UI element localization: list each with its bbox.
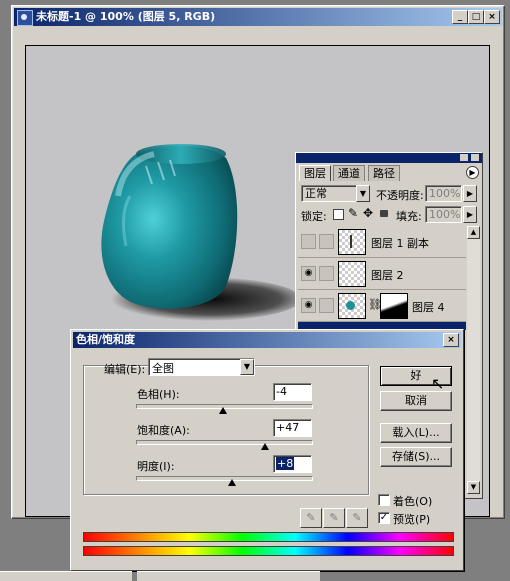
- scroll-down-icon[interactable]: ▼: [467, 481, 480, 494]
- saturation-label: 饱和度(A):: [137, 424, 190, 437]
- dialog-title-bar[interactable]: 色相/饱和度 ×: [73, 332, 461, 348]
- hue-saturation-dialog: 色相/饱和度 × 编辑(E): 全图 ▼ 色相(H): -4 饱和度(A): +…: [70, 329, 464, 571]
- chevron-down-icon[interactable]: ▼: [240, 359, 254, 375]
- layer-name: 图层 4: [412, 301, 445, 314]
- saturation-input[interactable]: +47: [273, 419, 312, 437]
- link-toggle-icon[interactable]: [319, 298, 334, 313]
- lock-transparency-icon[interactable]: [333, 209, 344, 220]
- tab-paths[interactable]: 路径: [368, 165, 400, 181]
- layer-row[interactable]: ◉ ⛓ 图层 4: [298, 290, 466, 322]
- saturation-slider-track[interactable]: [136, 440, 313, 445]
- minimize-button[interactable]: _: [452, 10, 468, 24]
- edit-label: 编辑(E):: [104, 363, 146, 376]
- document-title: 未标题-1 @ 100% (图层 5, RGB): [36, 10, 216, 23]
- close-button[interactable]: ×: [484, 10, 500, 24]
- palette-minimize-icon[interactable]: [460, 154, 468, 161]
- eyedropper-minus-icon[interactable]: ✎: [346, 508, 368, 528]
- visibility-toggle-icon[interactable]: [301, 234, 316, 249]
- fill-input[interactable]: 100%: [425, 206, 462, 223]
- opacity-input[interactable]: 100%: [425, 185, 462, 202]
- dialog-title: 色相/饱和度: [76, 333, 136, 346]
- preview-label: 预览(P): [393, 513, 431, 526]
- colorize-label: 着色(O): [393, 495, 433, 508]
- palette-menu-icon[interactable]: ▶: [466, 166, 479, 179]
- blend-mode-select[interactable]: 正常: [301, 185, 358, 202]
- eyedropper-icon[interactable]: ✎: [300, 508, 322, 528]
- eyedropper-plus-icon[interactable]: ✎: [323, 508, 345, 528]
- lightness-slider-track[interactable]: [136, 476, 313, 481]
- load-button[interactable]: 载入(L)...: [380, 423, 452, 443]
- lock-brush-icon[interactable]: ✎: [348, 206, 358, 220]
- layer-mask-thumbnail[interactable]: [380, 293, 408, 319]
- scroll-up-icon[interactable]: ▲: [467, 226, 480, 239]
- lightness-input-value: +8: [276, 457, 295, 470]
- layer-row[interactable]: ◉ 图层 2: [298, 258, 466, 290]
- lightness-label: 明度(I):: [137, 460, 175, 473]
- layer-name: 图层 1 副本: [371, 237, 429, 250]
- cancel-button[interactable]: 取消: [380, 391, 452, 411]
- eye-icon[interactable]: ◉: [301, 266, 316, 281]
- hue-input[interactable]: -4: [273, 383, 312, 401]
- layers-scrollbar[interactable]: ▲ ▼: [467, 226, 480, 494]
- layer-row[interactable]: 图层 1 副本: [298, 226, 466, 258]
- fill-arrow-icon[interactable]: ▶: [463, 206, 477, 223]
- eye-icon[interactable]: ◉: [301, 298, 316, 313]
- edit-select-value: 全图: [152, 362, 174, 375]
- layer-thumbnail: [338, 293, 366, 319]
- link-toggle-icon[interactable]: [319, 234, 334, 249]
- document-title-bar[interactable]: 未标题-1 @ 100% (图层 5, RGB) _ □ ×: [14, 8, 502, 26]
- hue-label: 色相(H):: [137, 388, 180, 401]
- saturation-slider-knob[interactable]: [261, 443, 270, 450]
- preview-checkbox[interactable]: ✓: [378, 512, 390, 524]
- lock-label: 锁定:: [301, 210, 327, 223]
- opacity-arrow-icon[interactable]: ▶: [463, 185, 477, 202]
- maximize-button[interactable]: □: [468, 10, 484, 24]
- save-button[interactable]: 存储(S)...: [380, 447, 452, 467]
- tab-layers[interactable]: 图层: [299, 165, 331, 181]
- tab-channels[interactable]: 通道: [333, 165, 365, 181]
- photoshop-document-icon: [17, 10, 33, 26]
- link-toggle-icon[interactable]: [319, 266, 334, 281]
- chevron-down-icon[interactable]: ▼: [356, 185, 370, 202]
- layers-palette-titlebar[interactable]: [296, 153, 482, 163]
- fill-label: 填充:: [396, 210, 422, 223]
- layer-thumbnail: [338, 261, 366, 287]
- output-color-bar: [83, 546, 454, 556]
- lock-move-icon[interactable]: ✥: [363, 206, 373, 220]
- opacity-label: 不透明度:: [376, 189, 424, 202]
- palette-close-icon[interactable]: [471, 154, 479, 161]
- layer-thumbnail: [338, 229, 366, 255]
- hue-slider-knob[interactable]: [218, 407, 227, 414]
- colorize-checkbox[interactable]: [378, 494, 390, 506]
- edit-select[interactable]: 全图 ▼: [148, 358, 255, 376]
- lock-all-icon[interactable]: [380, 210, 388, 217]
- layer-name: 图层 2: [371, 269, 404, 282]
- dialog-close-icon[interactable]: ×: [443, 333, 459, 347]
- lightness-input[interactable]: +8: [273, 455, 312, 473]
- input-color-bar: [83, 532, 454, 542]
- lightness-slider-knob[interactable]: [227, 479, 236, 486]
